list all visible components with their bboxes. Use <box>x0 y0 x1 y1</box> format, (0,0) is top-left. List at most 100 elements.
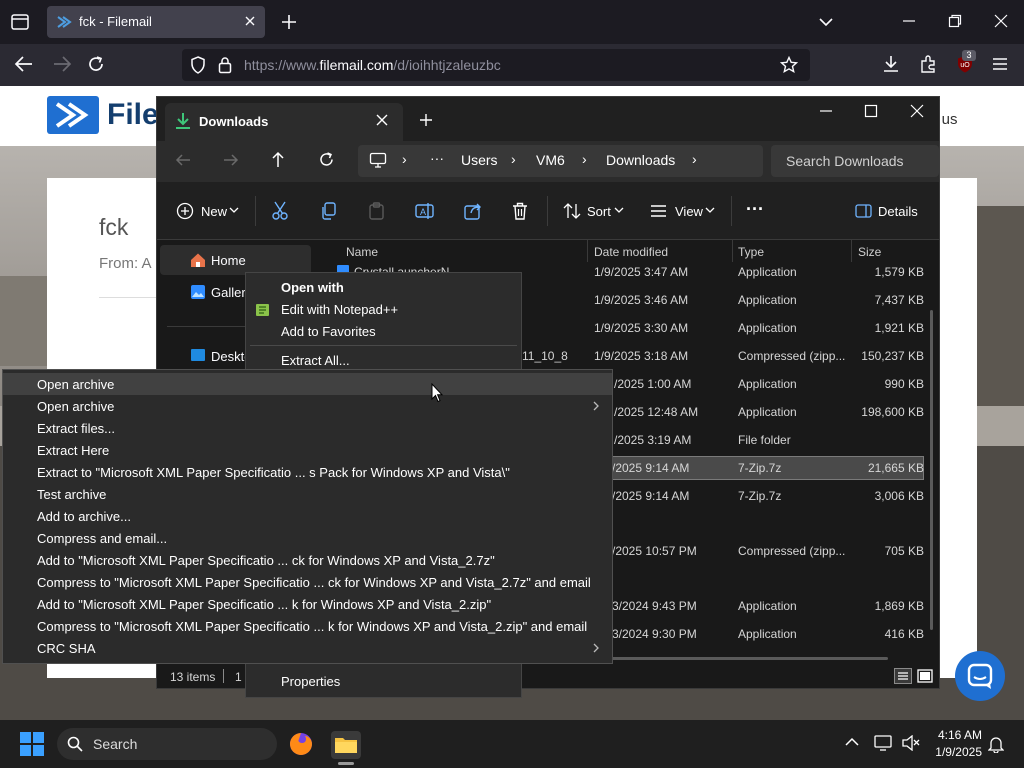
menu-add-to-7z[interactable]: Add to "Microsoft XML Paper Specificatio… <box>37 553 495 568</box>
minimize-icon[interactable] <box>819 104 833 118</box>
restore-icon[interactable] <box>948 14 962 28</box>
file-date: /2025 1:00 AM <box>614 377 692 391</box>
menu-add-to-archive[interactable]: Add to archive... <box>37 509 131 524</box>
filemail-logo-icon[interactable] <box>47 96 99 134</box>
close-window-icon[interactable] <box>910 104 924 118</box>
windows-start-icon[interactable] <box>20 732 44 756</box>
breadcrumb-users[interactable]: Users <box>461 152 498 168</box>
tiles-view-icon[interactable] <box>916 668 934 684</box>
menu-compress-email[interactable]: Compress and email... <box>37 531 167 546</box>
menu-open-archive[interactable]: Open archive <box>37 377 114 392</box>
extensions-icon[interactable] <box>919 55 937 73</box>
more-options-button[interactable]: ··· <box>746 199 764 220</box>
browser-tab[interactable]: fck - Filemail <box>47 6 265 38</box>
chevron-up-icon[interactable] <box>845 737 859 747</box>
menu-add-to-zip[interactable]: Add to "Microsoft XML Paper Specificatio… <box>37 597 491 612</box>
taskbar-search-label: Search <box>93 736 138 752</box>
up-arrow-icon[interactable] <box>270 151 286 169</box>
share-icon[interactable] <box>464 202 482 220</box>
column-separator[interactable] <box>732 240 733 262</box>
menu-compress-zip-email[interactable]: Compress to "Microsoft XML Paper Specifi… <box>37 619 587 634</box>
firefox-icon[interactable] <box>288 731 314 757</box>
selected-count: 1 <box>235 670 242 684</box>
chat-button[interactable] <box>955 651 1005 701</box>
chevron-down-icon <box>614 206 624 214</box>
clock-time[interactable]: 4:16 AM <box>930 728 982 742</box>
tab-list-icon[interactable] <box>10 12 30 32</box>
close-window-icon[interactable] <box>994 14 1008 28</box>
paste-icon[interactable] <box>368 202 385 220</box>
chevron-down-icon[interactable] <box>818 14 834 30</box>
close-tab-icon[interactable] <box>376 114 388 126</box>
hamburger-menu-icon[interactable] <box>991 55 1009 73</box>
back-icon[interactable] <box>14 55 34 73</box>
file-explorer-taskbar-icon[interactable] <box>331 731 361 759</box>
vertical-scrollbar[interactable] <box>930 310 933 630</box>
view-lines-icon[interactable] <box>650 204 667 218</box>
forward-icon[interactable] <box>52 55 72 73</box>
refresh-icon[interactable] <box>318 151 335 168</box>
transfer-title: fck <box>99 214 129 240</box>
details-button[interactable]: Details <box>878 204 918 219</box>
copy-icon[interactable] <box>320 202 337 220</box>
column-separator[interactable] <box>587 240 588 262</box>
network-icon[interactable] <box>874 735 892 751</box>
breadcrumb-downloads[interactable]: Downloads <box>606 152 675 168</box>
menu-edit-notepad[interactable]: Edit with Notepad++ <box>281 302 398 317</box>
cut-icon[interactable] <box>271 201 289 221</box>
file-name[interactable]: 11_10_8 <box>522 349 568 363</box>
downloads-icon[interactable] <box>882 55 900 73</box>
nav-label-gallery[interactable]: Galler <box>211 285 246 300</box>
breadcrumb-separator-icon: › <box>511 151 516 167</box>
clock-date[interactable]: 1/9/2025 <box>930 745 982 759</box>
menu-add-favorites[interactable]: Add to Favorites <box>281 324 376 339</box>
rename-icon[interactable]: A <box>415 202 434 220</box>
column-separator[interactable] <box>851 240 852 262</box>
shield-icon[interactable] <box>190 56 206 74</box>
column-size[interactable]: Size <box>858 245 881 259</box>
explorer-tab[interactable]: Downloads <box>165 103 403 141</box>
search-input[interactable]: Search Downloads <box>771 145 939 177</box>
sort-icon[interactable] <box>563 203 581 219</box>
new-button[interactable]: New <box>201 204 227 219</box>
view-button[interactable]: View <box>675 204 703 219</box>
lock-icon[interactable] <box>218 56 232 74</box>
menu-open-archive-submenu[interactable]: Open archive <box>37 399 114 414</box>
url-bar[interactable]: https://www.filemail.com/d/ioihhtjzaleuz… <box>182 49 810 81</box>
menu-crc-sha[interactable]: CRC SHA <box>37 641 96 656</box>
close-tab-icon[interactable] <box>243 14 257 28</box>
column-name[interactable]: Name <box>346 245 378 259</box>
new-tab-icon[interactable] <box>419 113 433 127</box>
new-plus-icon[interactable] <box>176 202 194 220</box>
breadcrumb-vm6[interactable]: VM6 <box>536 152 565 168</box>
reload-icon[interactable] <box>87 55 105 73</box>
taskbar-search[interactable]: Search <box>57 728 277 760</box>
maximize-icon[interactable] <box>864 104 878 118</box>
forward-icon[interactable] <box>222 152 240 168</box>
menu-extract-here[interactable]: Extract Here <box>37 443 109 458</box>
back-icon[interactable] <box>174 152 192 168</box>
tab-title: fck - Filemail <box>79 14 152 29</box>
column-date[interactable]: Date modified <box>594 245 668 259</box>
new-tab-icon[interactable] <box>281 14 297 30</box>
details-pane-icon[interactable] <box>855 204 872 218</box>
sort-button[interactable]: Sort <box>587 204 611 219</box>
column-type[interactable]: Type <box>738 245 764 259</box>
menu-open-with[interactable]: Open with <box>281 280 344 295</box>
menu-properties[interactable]: Properties <box>281 674 340 689</box>
menu-extract-to[interactable]: Extract to "Microsoft XML Paper Specific… <box>37 465 510 480</box>
bookmark-star-icon[interactable] <box>780 56 798 74</box>
menu-extract-all[interactable]: Extract All... <box>281 353 350 368</box>
menu-test-archive[interactable]: Test archive <box>37 487 106 502</box>
item-count: 13 items <box>170 670 216 684</box>
breadcrumb-overflow[interactable]: ··· <box>430 150 444 166</box>
menu-compress-7z-email[interactable]: Compress to "Microsoft XML Paper Specifi… <box>37 575 591 590</box>
volume-muted-icon[interactable] <box>902 735 920 751</box>
delete-icon[interactable] <box>512 202 528 220</box>
minimize-icon[interactable] <box>902 14 916 28</box>
notification-bell-icon[interactable] <box>988 735 1004 753</box>
menu-extract-files[interactable]: Extract files... <box>37 421 115 436</box>
details-view-icon[interactable] <box>894 668 912 684</box>
file-date: /2025 9:14 AM <box>612 461 690 475</box>
search-icon <box>67 736 83 752</box>
